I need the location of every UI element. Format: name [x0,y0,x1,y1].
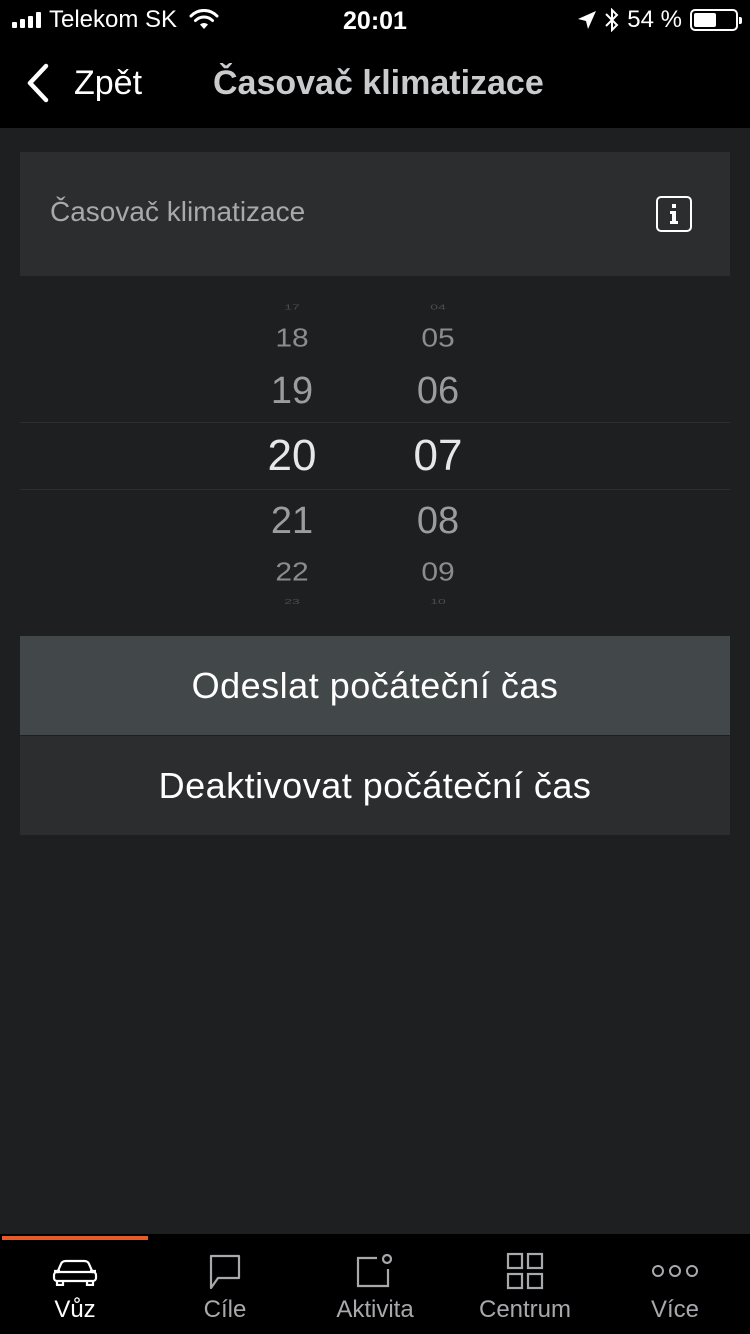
tab-bar: Vůz Cíle Aktivita Centrum Více [0,1234,750,1334]
navigation-bar: Zpět Časovač klimatizace [0,40,750,128]
minute-option[interactable]: 05 [378,326,498,352]
hour-option[interactable]: 22 [232,560,352,586]
tab-label: Aktivita [336,1296,414,1323]
hour-selected[interactable]: 20 [232,434,352,478]
info-icon [670,204,678,224]
minute-option[interactable]: 08 [378,502,498,540]
back-button[interactable]: Zpět [24,58,142,108]
grid-icon [506,1252,544,1290]
hour-option[interactable]: 23 [232,597,352,605]
flag-icon [209,1254,241,1289]
page-title: Časovač klimatizace [213,64,544,102]
bluetooth-icon [605,8,619,32]
car-icon [52,1259,98,1286]
tab-destinations[interactable]: Cíle [150,1234,300,1334]
hour-option[interactable]: 19 [232,372,352,410]
hour-option[interactable]: 18 [232,326,352,352]
location-arrow-icon [578,11,597,29]
time-picker[interactable]: 17 18 19 20 21 22 23 04 05 06 07 08 09 1… [20,296,730,612]
hour-wheel[interactable]: 17 18 19 20 21 22 23 [232,296,352,612]
hour-option[interactable]: 17 [232,303,352,311]
hour-option[interactable]: 21 [232,502,352,540]
status-right: 54 % [577,0,742,40]
tab-vehicle[interactable]: Vůz [0,1234,150,1334]
chevron-left-icon [27,63,49,103]
more-icon [652,1265,698,1277]
timer-header-label: Časovač klimatizace [50,196,306,227]
status-bar: Telekom SK 20:01 54 % [0,0,750,40]
tab-label: Více [650,1296,700,1323]
minute-selected[interactable]: 07 [378,434,498,478]
minute-wheel[interactable]: 04 05 06 07 08 09 10 [378,296,498,612]
tab-center[interactable]: Centrum [450,1234,600,1334]
tab-label: Cíle [203,1296,247,1323]
info-button[interactable] [656,196,692,232]
tab-activity[interactable]: Aktivita [300,1234,450,1334]
back-label: Zpět [74,63,143,102]
minute-option[interactable]: 06 [378,372,498,410]
minute-option[interactable]: 10 [378,597,498,605]
minute-option[interactable]: 09 [378,560,498,586]
tab-more[interactable]: Více [600,1234,750,1334]
timer-header-card: Časovač klimatizace [20,152,730,276]
battery-icon [690,9,742,31]
battery-fill [694,13,716,27]
send-start-time-button[interactable]: Odeslat počáteční čas [20,636,730,735]
tab-label: Vůz [54,1296,96,1323]
deactivate-start-time-button[interactable]: Deaktivovat počáteční čas [20,736,730,835]
minute-option[interactable]: 04 [378,303,498,311]
tab-label: Centrum [478,1296,572,1323]
picker-selection-band [20,422,730,490]
battery-percentage: 54 % [627,6,682,33]
activity-icon [356,1253,393,1288]
